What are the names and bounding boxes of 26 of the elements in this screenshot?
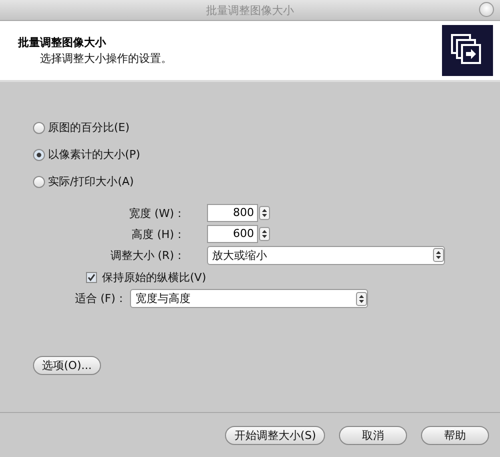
fit-dropdown[interactable]: 宽度与高度 (130, 289, 368, 308)
spinner-arrows-icon[interactable] (259, 206, 270, 220)
stacked-images-icon (442, 25, 493, 76)
size-mode-radio[interactable]: 实际/打印大小(A) (33, 173, 500, 190)
field-label: 高度 (H)： (130, 226, 185, 242)
number-field[interactable]: 600 (207, 225, 258, 243)
field-label: 宽度 (W)： (128, 206, 185, 220)
resize-dropdown[interactable]: 放大或缩小 (207, 246, 445, 264)
fit-label: 适合 (F)： (75, 291, 126, 306)
spinner-arrows-icon[interactable] (356, 292, 368, 306)
header-title: 批量调整图像大小 (18, 35, 107, 50)
checkmark-icon (87, 273, 96, 282)
options-button[interactable]: 选项(O)... (33, 356, 101, 375)
window-title: 批量调整图像大小 (206, 2, 294, 18)
number-field[interactable]: 800 (207, 204, 258, 222)
header-subtitle: 选择调整大小操作的设置。 (39, 51, 172, 66)
spinner-arrows-icon[interactable] (433, 248, 444, 262)
dialog-button[interactable]: 帮助 (421, 426, 489, 444)
close-button[interactable] (479, 2, 494, 17)
size-mode-radio[interactable]: 原图的百分比(E) (33, 119, 500, 136)
spinner-arrows-icon[interactable] (259, 227, 270, 241)
dialog-button[interactable]: 取消 (339, 426, 407, 444)
keep-aspect-checkbox[interactable]: 保持原始的纵横比(V) (86, 270, 500, 285)
size-mode-radio[interactable]: 以像素计的大小(P) (33, 146, 500, 163)
dialog-button[interactable]: 开始调整大小(S) (225, 426, 325, 444)
field-label: 调整大小 (R)： (109, 248, 185, 262)
